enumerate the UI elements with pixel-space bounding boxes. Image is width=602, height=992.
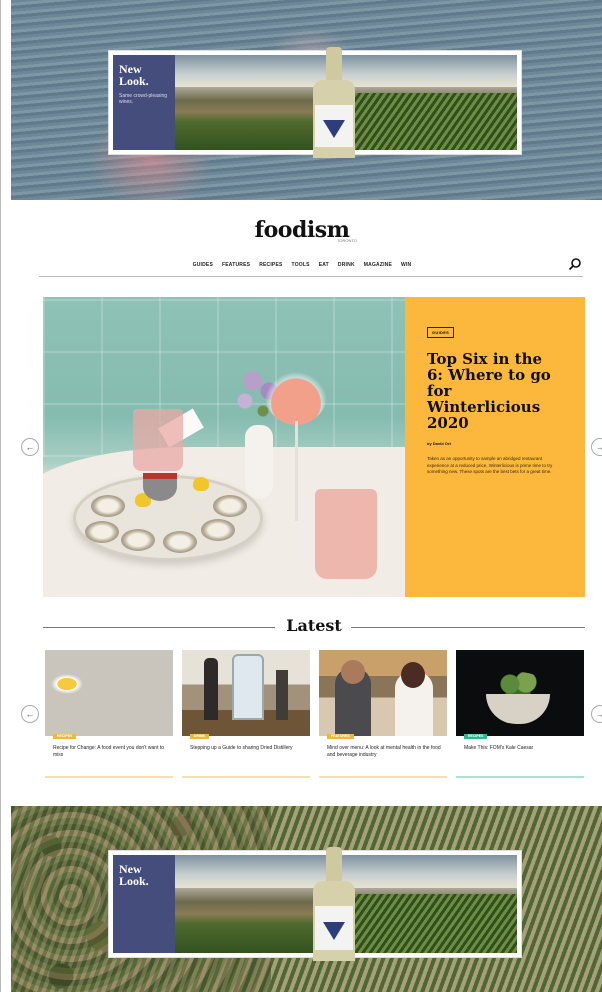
card-title[interactable]: Make This: FOM's Kale Caesar: [464, 745, 578, 752]
ad-brand-panel: New Look.: [113, 855, 175, 953]
hero-category-tag[interactable]: GUIDES: [427, 327, 455, 338]
latest-card[interactable]: DRINK Stepping up a Guide to sharing Dri…: [182, 650, 310, 778]
hero-image-oysters[interactable]: [43, 297, 405, 597]
latest-card[interactable]: RECIPES Make This: FOM's Kale Caesar: [456, 650, 584, 778]
card-thumbnail[interactable]: [319, 650, 447, 736]
ad-brand-panel: New Look. Same crowd-pleasing wines.: [113, 55, 175, 150]
page: New Look. Same crowd-pleasing wines. foo…: [0, 0, 602, 992]
card-underline: [456, 776, 584, 778]
header-divider: [39, 276, 583, 277]
card-badge: RECIPES: [464, 734, 488, 739]
hero-text-panel[interactable]: GUIDES Top Six in the 6: Where to go for…: [405, 297, 585, 597]
nav-item-magazine[interactable]: MAGAZINE: [364, 262, 392, 268]
card-title[interactable]: Mind over menu: A look at mental health …: [327, 745, 441, 759]
ad-brand-subtext: Same crowd-pleasing wines.: [119, 93, 168, 105]
card-thumbnail[interactable]: [45, 650, 173, 736]
nav-item-recipes[interactable]: RECIPES: [259, 262, 282, 268]
card-underline: [319, 776, 447, 778]
ad-brand-heading: New Look.: [119, 62, 149, 88]
hero-excerpt: Taken as an opportunity to sample an abr…: [427, 456, 553, 474]
card-badge: DRINK: [190, 734, 210, 739]
hero-slide[interactable]: GUIDES Top Six in the 6: Where to go for…: [43, 297, 585, 597]
wine-bottle-image: [309, 47, 359, 158]
nav-item-features[interactable]: FEATURES: [222, 262, 250, 268]
card-title[interactable]: Stepping up a Guide to sharing Dried Dis…: [190, 745, 304, 752]
bottom-ad-banner[interactable]: New Look.: [11, 806, 602, 992]
hero-title[interactable]: Top Six in the 6: Where to go for Winter…: [427, 351, 563, 431]
nav-item-drink[interactable]: DRINK: [338, 262, 355, 268]
hero-prev-arrow-icon[interactable]: ←: [21, 438, 39, 456]
latest-card[interactable]: FEATURES Mind over menu: A look at menta…: [319, 650, 447, 778]
site-logo[interactable]: foodism: [1, 217, 602, 243]
card-title[interactable]: Recipe for Change: A food event you don'…: [53, 745, 167, 759]
nav-item-guides[interactable]: GUIDES: [193, 262, 213, 268]
wine-bottle-image: [309, 847, 359, 961]
card-thumbnail[interactable]: [456, 650, 584, 736]
top-ad-banner[interactable]: New Look. Same crowd-pleasing wines.: [11, 0, 602, 200]
latest-section-heading: Latest: [43, 616, 585, 636]
latest-heading-text: Latest: [286, 616, 342, 635]
latest-next-arrow-icon[interactable]: →: [591, 705, 602, 723]
nav-item-win[interactable]: WIN: [401, 262, 411, 268]
bottom-ad-card[interactable]: New Look.: [108, 847, 522, 961]
card-badge: RECIPES: [53, 734, 77, 739]
latest-card[interactable]: RECIPES Recipe for Change: A food event …: [45, 650, 173, 778]
top-ad-card[interactable]: New Look. Same crowd-pleasing wines.: [108, 47, 522, 158]
search-icon[interactable]: [568, 257, 582, 271]
card-underline: [182, 776, 310, 778]
nav-item-eat[interactable]: EAT: [319, 262, 329, 268]
latest-cards-carousel: RECIPES Recipe for Change: A food event …: [45, 650, 585, 780]
hero-byline: by David Ort: [427, 441, 451, 446]
ad-brand-heading: New Look.: [119, 862, 149, 888]
hero-next-arrow-icon[interactable]: →: [591, 438, 602, 456]
main-nav: GUIDES FEATURES RECIPES TOOLS EAT DRINK …: [1, 262, 602, 268]
card-underline: [45, 776, 173, 778]
site-logo-subtitle: TORONTO: [337, 238, 357, 243]
card-thumbnail[interactable]: [182, 650, 310, 736]
card-badge: FEATURES: [327, 734, 354, 739]
latest-prev-arrow-icon[interactable]: ←: [21, 705, 39, 723]
nav-item-tools[interactable]: TOOLS: [292, 262, 310, 268]
